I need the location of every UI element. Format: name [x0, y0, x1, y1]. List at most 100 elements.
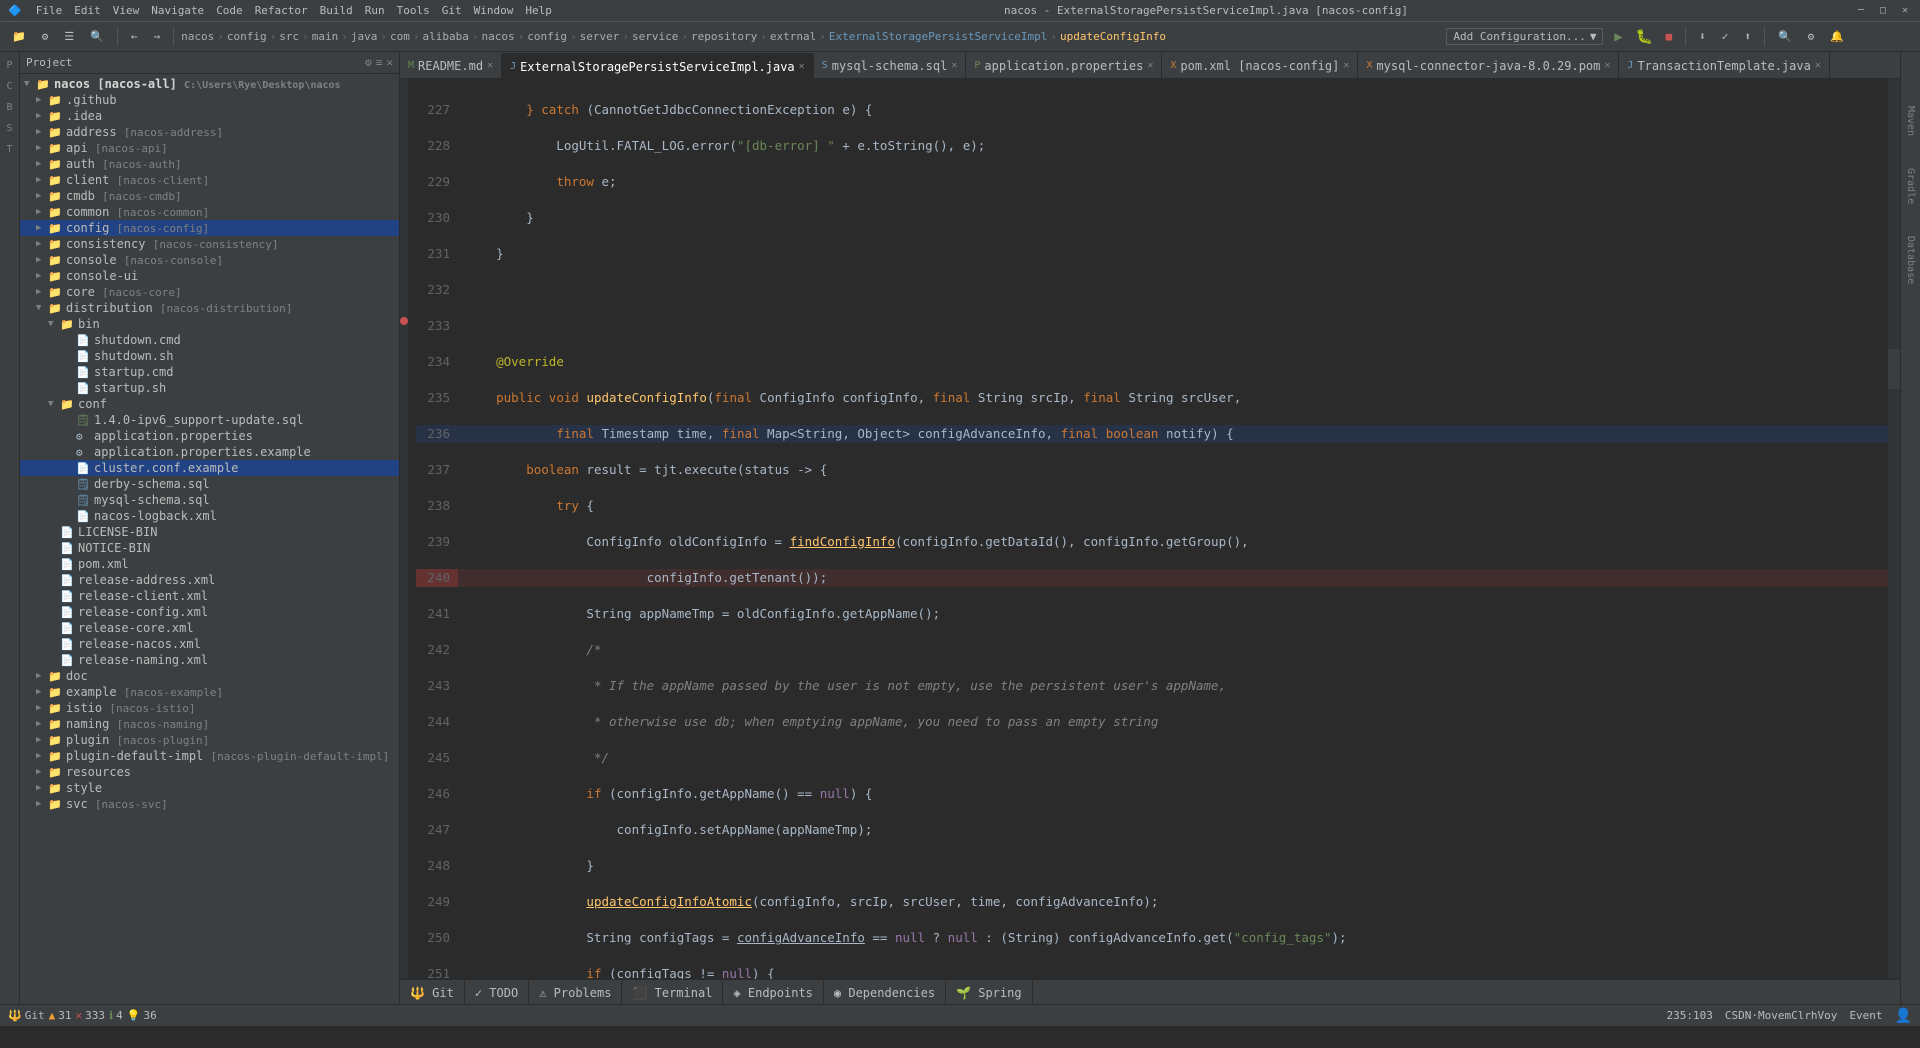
tree-item-client[interactable]: ▶ 📁 client [nacos-client] — [20, 172, 399, 188]
tab-pom[interactable]: X pom.xml [nacos-config] ✕ — [1162, 53, 1358, 78]
tree-item-cmdb[interactable]: ▶ 📁 cmdb [nacos-cmdb] — [20, 188, 399, 204]
breadcrumb-config2[interactable]: config — [527, 30, 567, 43]
encoding-status[interactable]: CSDN·MovemClrhVoy — [1725, 1009, 1838, 1022]
menu-build[interactable]: Build — [314, 4, 359, 17]
maven-label[interactable]: Maven — [1903, 102, 1918, 140]
tree-item-startup-cmd[interactable]: ▶ 📄 startup.cmd — [20, 364, 399, 380]
tab-mysql-close[interactable]: ✕ — [951, 60, 957, 71]
info-status[interactable]: ℹ 4 — [109, 1009, 123, 1022]
breadcrumb-alibaba[interactable]: alibaba — [423, 30, 469, 43]
menu-edit[interactable]: Edit — [68, 4, 107, 17]
tree-item-distribution[interactable]: ▼ 📁 distribution [nacos-distribution] — [20, 300, 399, 316]
settings-button[interactable]: ⚙ — [1802, 28, 1821, 45]
tree-item-ipv6sql[interactable]: ▶ 🗒 1.4.0-ipv6_support-update.sql — [20, 412, 399, 428]
breadcrumb-extrnal[interactable]: extrnal — [770, 30, 816, 43]
sidebar-commit[interactable]: C — [1, 77, 19, 96]
structure-button[interactable]: ☰ — [58, 28, 80, 45]
tree-collapse-icon[interactable]: ≡ — [376, 56, 383, 69]
event-status[interactable]: Event — [1849, 1009, 1882, 1022]
sidebar-bookmarks[interactable]: B — [1, 98, 19, 117]
search-button[interactable]: 🔍 — [84, 28, 110, 45]
tree-item-svc[interactable]: ▶ 📁 svc [nacos-svc] — [20, 796, 399, 812]
menu-run[interactable]: Run — [359, 4, 391, 17]
tree-item-common[interactable]: ▶ 📁 common [nacos-common] — [20, 204, 399, 220]
tab-app-properties[interactable]: P application.properties ✕ — [966, 53, 1162, 78]
tree-item-license-bin[interactable]: ▶ 📄 LICENSE-BIN — [20, 524, 399, 540]
run-config-selector[interactable]: Add Configuration... ▼ — [1446, 28, 1603, 45]
git-update-button[interactable]: ⬇ — [1693, 28, 1712, 45]
database-label[interactable]: Database — [1903, 232, 1918, 288]
position-status[interactable]: 235:103 — [1666, 1009, 1712, 1022]
menu-view[interactable]: View — [107, 4, 146, 17]
tree-item-app-properties-example[interactable]: ▶ ⚙ application.properties.example — [20, 444, 399, 460]
menu-refactor[interactable]: Refactor — [249, 4, 314, 17]
search-everywhere-button[interactable]: 🔍 — [1772, 28, 1798, 45]
run-button[interactable]: ▶ — [1607, 26, 1629, 48]
tab-connector-close[interactable]: ✕ — [1604, 60, 1610, 71]
hints-status[interactable]: 💡 36 — [127, 1009, 157, 1022]
code-content[interactable]: 227 } catch (CannotGetJdbcConnectionExce… — [408, 79, 1888, 979]
tree-item-release-core[interactable]: ▶ 📄 release-core.xml — [20, 620, 399, 636]
tree-item-release-client[interactable]: ▶ 📄 release-client.xml — [20, 588, 399, 604]
tree-item-app-properties[interactable]: ▶ ⚙ application.properties — [20, 428, 399, 444]
tree-item-istio[interactable]: ▶ 📁 istio [nacos-istio] — [20, 700, 399, 716]
run-config-dropdown-icon[interactable]: ▼ — [1590, 30, 1597, 43]
errors-status[interactable]: ✕ 333 — [75, 1009, 105, 1022]
tab-mysql-schema[interactable]: S mysql-schema.sql ✕ — [814, 53, 967, 78]
forward-button[interactable]: → — [148, 28, 167, 45]
tree-item-github[interactable]: ▶ 📁 .github — [20, 92, 399, 108]
tree-item-notice-bin[interactable]: ▶ 📄 NOTICE-BIN — [20, 540, 399, 556]
bottom-tab-problems[interactable]: ⚠ Problems — [529, 981, 622, 1004]
tree-item-example[interactable]: ▶ 📁 example [nacos-example] — [20, 684, 399, 700]
bottom-tab-spring[interactable]: 🌱 Spring — [946, 981, 1033, 1004]
breadcrumb-server[interactable]: server — [580, 30, 620, 43]
tree-item-release-naming[interactable]: ▶ 📄 release-naming.xml — [20, 652, 399, 668]
code-editor[interactable]: 227 } catch (CannotGetJdbcConnectionExce… — [400, 79, 1900, 979]
warnings-status[interactable]: ▲ 31 — [49, 1009, 72, 1022]
tree-item-api[interactable]: ▶ 📁 api [nacos-api] — [20, 140, 399, 156]
breadcrumb-main[interactable]: main — [312, 30, 339, 43]
breadcrumb-repository[interactable]: repository — [691, 30, 757, 43]
tab-app-close[interactable]: ✕ — [1147, 60, 1153, 71]
restore-button[interactable]: □ — [1876, 4, 1890, 18]
bottom-tab-todo[interactable]: ✓ TODO — [465, 981, 529, 1004]
git-commit-button[interactable]: ✓ — [1716, 28, 1735, 45]
tree-item-config[interactable]: ▶ 📁 config [nacos-config] — [20, 220, 399, 236]
menu-code[interactable]: Code — [210, 4, 249, 17]
menu-file[interactable]: File — [30, 4, 69, 17]
tree-item-nacos-logback[interactable]: ▶ 📄 nacos-logback.xml — [20, 508, 399, 524]
tree-item-plugin-default[interactable]: ▶ 📁 plugin-default-impl [nacos-plugin-de… — [20, 748, 399, 764]
tab-transaction-close[interactable]: ✕ — [1815, 60, 1821, 71]
sidebar-project[interactable]: P — [1, 56, 19, 75]
tree-item-startup-sh[interactable]: ▶ 📄 startup.sh — [20, 380, 399, 396]
tree-item-core[interactable]: ▶ 📁 core [nacos-core] — [20, 284, 399, 300]
menu-tools[interactable]: Tools — [391, 4, 436, 17]
breadcrumb-nacos[interactable]: nacos — [181, 30, 214, 43]
close-button[interactable]: ✕ — [1898, 4, 1912, 18]
notifications-button[interactable]: 🔔 — [1824, 28, 1850, 45]
bottom-tab-dependencies[interactable]: ◉ Dependencies — [824, 981, 946, 1004]
menu-git[interactable]: Git — [436, 4, 468, 17]
breadcrumb-nacos2[interactable]: nacos — [482, 30, 515, 43]
tree-item-consistency[interactable]: ▶ 📁 consistency [nacos-consistency] — [20, 236, 399, 252]
minimize-button[interactable]: ─ — [1854, 4, 1868, 18]
gradle-label[interactable]: Gradle — [1903, 164, 1918, 208]
tab-readme[interactable]: M README.md ✕ — [400, 53, 502, 78]
tree-item-console-ui[interactable]: ▶ 📁 console-ui — [20, 268, 399, 284]
tab-pom-close[interactable]: ✕ — [1343, 60, 1349, 71]
bottom-tab-endpoints[interactable]: ◈ Endpoints — [723, 981, 823, 1004]
tab-readme-close[interactable]: ✕ — [487, 60, 493, 71]
tree-item-console[interactable]: ▶ 📁 console [nacos-console] — [20, 252, 399, 268]
tree-close-icon[interactable]: ✕ — [386, 56, 393, 69]
debug-button[interactable]: 🐛 — [1633, 26, 1655, 48]
breadcrumb-java[interactable]: java — [351, 30, 378, 43]
tab-external-storage[interactable]: J ExternalStoragePersistServiceImpl.java… — [502, 53, 814, 78]
tab-mysql-connector[interactable]: X mysql-connector-java-8.0.29.pom ✕ — [1358, 53, 1619, 78]
menu-navigate[interactable]: Navigate — [145, 4, 210, 17]
sidebar-todo[interactable]: T — [1, 140, 19, 159]
tree-item-shutdown-cmd[interactable]: ▶ 📄 shutdown.cmd — [20, 332, 399, 348]
breadcrumb-config[interactable]: config — [227, 30, 267, 43]
breadcrumb-file[interactable]: ExternalStoragePersistServiceImpl — [829, 30, 1048, 43]
tree-item-release-config[interactable]: ▶ 📄 release-config.xml — [20, 604, 399, 620]
tree-item-mysql-sql[interactable]: ▶ 🗒 mysql-schema.sql — [20, 492, 399, 508]
